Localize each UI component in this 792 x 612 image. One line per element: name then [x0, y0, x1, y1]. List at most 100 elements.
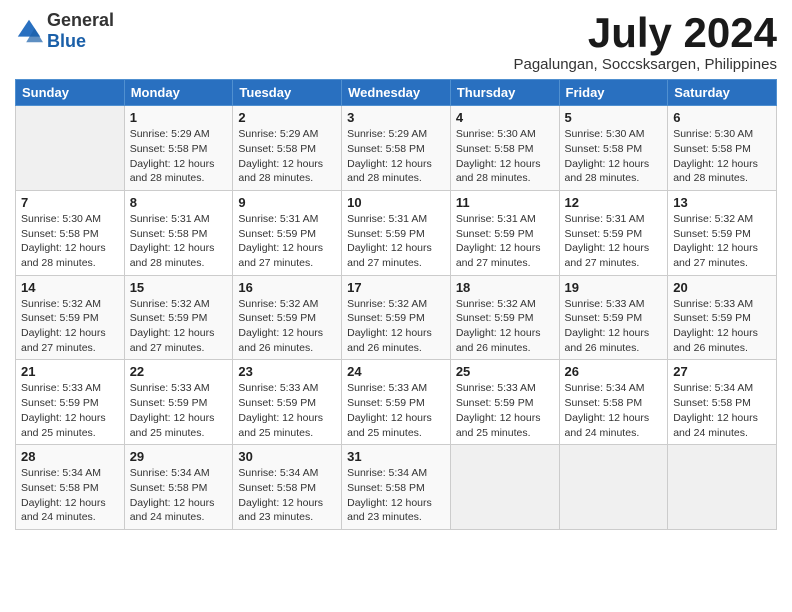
day-info: Sunrise: 5:32 AM Sunset: 5:59 PM Dayligh… — [238, 297, 336, 356]
calendar-cell: 9Sunrise: 5:31 AM Sunset: 5:59 PM Daylig… — [233, 190, 342, 275]
day-info: Sunrise: 5:33 AM Sunset: 5:59 PM Dayligh… — [21, 381, 119, 440]
calendar-cell: 1 Sunrise: 5:29 AM Sunset: 5:58 PM Daylig… — [124, 106, 233, 191]
calendar-cell: 13Sunrise: 5:32 AM Sunset: 5:59 PM Dayli… — [668, 190, 777, 275]
day-number: 31 — [347, 449, 445, 464]
day-info: Sunrise: 5:34 AM Sunset: 5:58 PM Dayligh… — [130, 466, 228, 525]
day-info: Sunrise: 5:32 AM Sunset: 5:59 PM Dayligh… — [130, 297, 228, 356]
week-row-4: 21 Sunrise: 5:33 AM Sunset: 5:59 PM Dayli… — [16, 360, 777, 445]
day-number: 25 — [456, 364, 554, 379]
day-info: Sunrise: 5:29 AM Sunset: 5:58 PM Dayligh… — [130, 127, 228, 186]
day-number: 9 — [238, 195, 336, 210]
day-info: Sunrise: 5:34 AM Sunset: 5:58 PM Dayligh… — [238, 466, 336, 525]
day-number: 6 — [673, 110, 771, 125]
day-info: Sunrise: 5:33 AM Sunset: 5:59 PM Dayligh… — [673, 297, 771, 356]
day-info: Sunrise: 5:33 AM Sunset: 5:59 PM Dayligh… — [565, 297, 663, 356]
day-info: Sunrise: 5:30 AM Sunset: 5:58 PM Dayligh… — [21, 212, 119, 271]
location-title: Pagalungan, Soccsksargen, Philippines — [513, 56, 777, 73]
day-number: 18 — [456, 280, 554, 295]
calendar-cell: 24Sunrise: 5:33 AM Sunset: 5:59 PM Dayli… — [342, 360, 451, 445]
calendar-cell: 11 Sunrise: 5:31 AM Sunset: 5:59 PM Dayli… — [450, 190, 559, 275]
day-number: 12 — [565, 195, 663, 210]
calendar-cell: 16Sunrise: 5:32 AM Sunset: 5:59 PM Dayli… — [233, 275, 342, 360]
calendar-cell: 25 Sunrise: 5:33 AM Sunset: 5:59 PM Dayli… — [450, 360, 559, 445]
day-number: 2 — [238, 110, 336, 125]
logo-icon — [15, 17, 43, 45]
calendar-cell: 8Sunrise: 5:31 AM Sunset: 5:58 PM Daylig… — [124, 190, 233, 275]
day-number: 22 — [130, 364, 228, 379]
calendar-cell: 4 Sunrise: 5:30 AM Sunset: 5:58 PM Daylig… — [450, 106, 559, 191]
day-info: Sunrise: 5:33 AM Sunset: 5:59 PM Dayligh… — [130, 381, 228, 440]
calendar-cell — [450, 445, 559, 530]
logo-general: General — [47, 10, 114, 30]
calendar-cell: 31 Sunrise: 5:34 AM Sunset: 5:58 PM Dayli… — [342, 445, 451, 530]
day-info: Sunrise: 5:33 AM Sunset: 5:59 PM Dayligh… — [456, 381, 554, 440]
day-number: 14 — [21, 280, 119, 295]
calendar-cell — [668, 445, 777, 530]
day-info: Sunrise: 5:30 AM Sunset: 5:58 PM Dayligh… — [565, 127, 663, 186]
day-number: 20 — [673, 280, 771, 295]
calendar-cell: 10Sunrise: 5:31 AM Sunset: 5:59 PM Dayli… — [342, 190, 451, 275]
day-number: 5 — [565, 110, 663, 125]
calendar-cell: 7 Sunrise: 5:30 AM Sunset: 5:58 PM Daylig… — [16, 190, 125, 275]
day-info: Sunrise: 5:34 AM Sunset: 5:58 PM Dayligh… — [565, 381, 663, 440]
weekday-header-tuesday: Tuesday — [233, 80, 342, 106]
day-info: Sunrise: 5:34 AM Sunset: 5:58 PM Dayligh… — [21, 466, 119, 525]
day-info: Sunrise: 5:32 AM Sunset: 5:59 PM Dayligh… — [347, 297, 445, 356]
weekday-header-friday: Friday — [559, 80, 668, 106]
day-info: Sunrise: 5:29 AM Sunset: 5:58 PM Dayligh… — [238, 127, 336, 186]
calendar-cell: 15 Sunrise: 5:32 AM Sunset: 5:59 PM Dayli… — [124, 275, 233, 360]
logo: General Blue — [15, 10, 114, 52]
day-number: 19 — [565, 280, 663, 295]
weekday-header-row: SundayMondayTuesdayWednesdayThursdayFrid… — [16, 80, 777, 106]
calendar-cell: 3 Sunrise: 5:29 AM Sunset: 5:58 PM Daylig… — [342, 106, 451, 191]
weekday-header-sunday: Sunday — [16, 80, 125, 106]
calendar-cell: 27 Sunrise: 5:34 AM Sunset: 5:58 PM Dayli… — [668, 360, 777, 445]
week-row-3: 14 Sunrise: 5:32 AM Sunset: 5:59 PM Dayli… — [16, 275, 777, 360]
day-info: Sunrise: 5:30 AM Sunset: 5:58 PM Dayligh… — [456, 127, 554, 186]
day-info: Sunrise: 5:31 AM Sunset: 5:59 PM Dayligh… — [565, 212, 663, 271]
calendar-cell: 17 Sunrise: 5:32 AM Sunset: 5:59 PM Dayli… — [342, 275, 451, 360]
calendar-cell: 29 Sunrise: 5:34 AM Sunset: 5:58 PM Dayli… — [124, 445, 233, 530]
calendar-cell: 28 Sunrise: 5:34 AM Sunset: 5:58 PM Dayli… — [16, 445, 125, 530]
day-info: Sunrise: 5:34 AM Sunset: 5:58 PM Dayligh… — [347, 466, 445, 525]
calendar-cell: 30 Sunrise: 5:34 AM Sunset: 5:58 PM Dayli… — [233, 445, 342, 530]
day-number: 1 — [130, 110, 228, 125]
day-number: 17 — [347, 280, 445, 295]
day-info: Sunrise: 5:34 AM Sunset: 5:58 PM Dayligh… — [673, 381, 771, 440]
calendar-cell: 26 Sunrise: 5:34 AM Sunset: 5:58 PM Dayli… — [559, 360, 668, 445]
day-number: 7 — [21, 195, 119, 210]
day-number: 29 — [130, 449, 228, 464]
day-info: Sunrise: 5:31 AM Sunset: 5:59 PM Dayligh… — [456, 212, 554, 271]
day-number: 26 — [565, 364, 663, 379]
calendar-cell — [16, 106, 125, 191]
day-info: Sunrise: 5:32 AM Sunset: 5:59 PM Dayligh… — [456, 297, 554, 356]
day-info: Sunrise: 5:29 AM Sunset: 5:58 PM Dayligh… — [347, 127, 445, 186]
day-number: 4 — [456, 110, 554, 125]
day-number: 23 — [238, 364, 336, 379]
day-number: 30 — [238, 449, 336, 464]
day-info: Sunrise: 5:30 AM Sunset: 5:58 PM Dayligh… — [673, 127, 771, 186]
day-number: 11 — [456, 195, 554, 210]
weekday-header-thursday: Thursday — [450, 80, 559, 106]
week-row-5: 28 Sunrise: 5:34 AM Sunset: 5:58 PM Dayli… — [16, 445, 777, 530]
day-number: 15 — [130, 280, 228, 295]
day-number: 3 — [347, 110, 445, 125]
calendar-cell: 14 Sunrise: 5:32 AM Sunset: 5:59 PM Dayli… — [16, 275, 125, 360]
day-number: 27 — [673, 364, 771, 379]
day-info: Sunrise: 5:32 AM Sunset: 5:59 PM Dayligh… — [21, 297, 119, 356]
calendar-cell: 12 Sunrise: 5:31 AM Sunset: 5:59 PM Dayli… — [559, 190, 668, 275]
weekday-header-saturday: Saturday — [668, 80, 777, 106]
week-row-1: 1 Sunrise: 5:29 AM Sunset: 5:58 PM Daylig… — [16, 106, 777, 191]
calendar-cell: 18 Sunrise: 5:32 AM Sunset: 5:59 PM Dayli… — [450, 275, 559, 360]
title-area: July 2024 Pagalungan, Soccsksargen, Phil… — [513, 10, 777, 73]
logo-blue: Blue — [47, 31, 86, 51]
day-number: 10 — [347, 195, 445, 210]
calendar-cell — [559, 445, 668, 530]
day-number: 28 — [21, 449, 119, 464]
calendar-cell: 5 Sunrise: 5:30 AM Sunset: 5:58 PM Daylig… — [559, 106, 668, 191]
day-number: 21 — [21, 364, 119, 379]
calendar-cell: 6 Sunrise: 5:30 AM Sunset: 5:58 PM Daylig… — [668, 106, 777, 191]
weekday-header-monday: Monday — [124, 80, 233, 106]
day-info: Sunrise: 5:31 AM Sunset: 5:58 PM Dayligh… — [130, 212, 228, 271]
day-number: 24 — [347, 364, 445, 379]
